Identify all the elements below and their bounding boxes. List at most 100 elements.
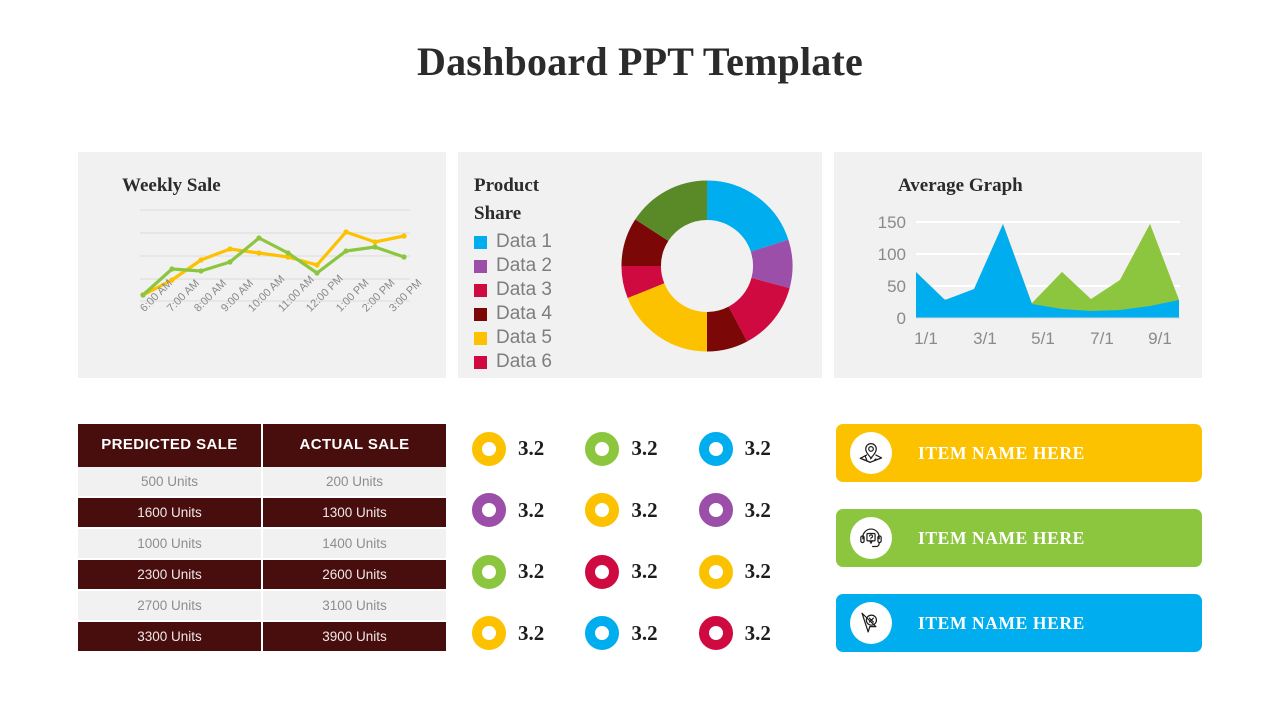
product-share-donut-chart: [621, 180, 793, 352]
product-share-title: Product Share: [474, 175, 540, 224]
metric-item: 3.2: [472, 418, 585, 480]
svg-text:50: 50: [887, 277, 906, 296]
legend-label: Data 6: [496, 351, 552, 372]
metric-item: 3.2: [585, 480, 698, 542]
item-button-3[interactable]: ITEM NAME HERE: [836, 594, 1202, 652]
legend-label: Data 2: [496, 255, 552, 276]
cell-predicted: 2700 Units: [78, 589, 263, 622]
table-row: 2700 Units 3100 Units: [78, 589, 446, 622]
support-headset-icon: [850, 517, 892, 559]
ring-icon: [585, 616, 620, 651]
metric-value: 3.2: [631, 497, 658, 522]
table-row: 1000 Units 1400 Units: [78, 527, 446, 560]
ring-icon: [698, 493, 733, 528]
metric-item: 3.2: [698, 418, 812, 480]
legend-item: Data 2: [474, 254, 552, 278]
cell-predicted: 2300 Units: [78, 558, 263, 591]
table-row: 1600 Units 1300 Units: [78, 496, 446, 529]
cursor-cancel-icon: [850, 602, 892, 644]
table-row: 500 Units 200 Units: [78, 466, 446, 498]
legend-label: Data 5: [496, 327, 552, 348]
x-tick-label: 7/1: [1090, 329, 1114, 348]
ring-icon: [472, 616, 506, 651]
average-graph-area-chart: 150 100 50 0 1/1 3/1 5/1 7/1 9/1: [878, 213, 1180, 348]
metric-item: 3.2: [698, 480, 812, 542]
legend-label: Data 4: [496, 303, 552, 324]
cell-actual: 2600 Units: [262, 558, 446, 591]
cell-predicted: 3300 Units: [78, 620, 263, 653]
legend-item: Data 1: [474, 230, 552, 254]
cell-predicted: 1600 Units: [78, 496, 263, 529]
y-axis-labels: 150 100 50 0: [878, 213, 906, 328]
legend-swatch-icon: [474, 235, 487, 249]
metric-item: 3.2: [585, 541, 698, 603]
legend-item: Data 4: [474, 302, 552, 326]
metric-item: 3.2: [472, 603, 585, 665]
metric-value: 3.2: [631, 436, 658, 461]
legend-swatch-icon: [474, 331, 487, 345]
dashboard-slide: Dashboard PPT Template Weekly Sale 6:00 …: [0, 0, 1280, 720]
cell-actual: 1300 Units: [262, 496, 446, 529]
cell-predicted: 1000 Units: [78, 527, 263, 560]
ring-icon: [585, 493, 620, 528]
weekly-sale-card: Weekly Sale 6:00 AM 7:00 AM 8:00 AM 9:00…: [78, 152, 446, 378]
x-axis-labels: 1/1 3/1 5/1 7/1 9/1: [914, 329, 1172, 348]
metric-value: 3.2: [631, 620, 658, 645]
column-header-actual: ACTUAL SALE: [262, 424, 446, 467]
metric-item: 3.2: [698, 603, 812, 665]
legend-item: Data 5: [474, 326, 552, 350]
page-title: Dashboard PPT Template: [417, 39, 863, 84]
legend-swatch-icon: [474, 259, 487, 273]
table-row: 3300 Units 3900 Units: [78, 620, 446, 653]
legend-item: Data 6: [474, 350, 552, 374]
metric-value: 3.2: [518, 620, 545, 645]
item-button-1[interactable]: ITEM NAME HERE: [836, 424, 1202, 482]
legend-label: Data 3: [496, 279, 552, 300]
metric-ring-grid: 3.2 3.2 3.2 3.2 3.2 3.2 3.2 3.2 3.2 3.2 …: [472, 418, 812, 664]
ring-icon: [472, 554, 506, 589]
item-button-label: ITEM NAME HERE: [918, 612, 1085, 633]
metric-value: 3.2: [744, 620, 771, 645]
weekly-sale-title: Weekly Sale: [122, 175, 221, 196]
metric-value: 3.2: [518, 436, 545, 461]
x-tick-label: 9/1: [1148, 329, 1172, 348]
ring-icon: [472, 493, 506, 528]
product-share-card: Product Share Data 1 Data 2 Data 3 Data …: [458, 152, 822, 378]
ring-icon: [472, 431, 506, 466]
legend-item: Data 3: [474, 278, 552, 302]
legend-swatch-icon: [474, 355, 487, 369]
metric-value: 3.2: [518, 497, 545, 522]
legend-label: Data 1: [496, 231, 552, 252]
item-button-label: ITEM NAME HERE: [918, 527, 1085, 548]
metric-item: 3.2: [698, 541, 812, 603]
weekly-sale-x-axis: 6:00 AM 7:00 AM 8:00 AM 9:00 AM 10:00 AM…: [128, 273, 428, 372]
metric-value: 3.2: [744, 559, 771, 584]
metric-value: 3.2: [744, 497, 771, 522]
svg-text:100: 100: [878, 245, 906, 264]
metric-item: 3.2: [472, 541, 585, 603]
x-tick-label: 1/1: [914, 329, 938, 348]
metric-value: 3.2: [744, 436, 771, 461]
ring-icon: [698, 554, 733, 589]
sales-comparison-table: PREDICTED SALE ACTUAL SALE 500 Units 200…: [78, 424, 446, 653]
x-tick-label: 5/1: [1031, 329, 1055, 348]
ring-icon: [585, 431, 620, 466]
table-row: 2300 Units 2600 Units: [78, 558, 446, 591]
item-button-label: ITEM NAME HERE: [918, 442, 1085, 463]
average-graph-card: Average Graph 150 100 50 0 1/1 3/1 5/1 7…: [834, 152, 1202, 378]
svg-text:150: 150: [878, 213, 906, 232]
metric-item: 3.2: [585, 603, 698, 665]
cell-predicted: 500 Units: [78, 466, 263, 498]
item-button-list: ITEM NAME HERE ITEM NAME HERE ITEM NAME …: [836, 424, 1202, 679]
x-tick-label: 3/1: [973, 329, 997, 348]
ring-icon: [698, 431, 733, 466]
item-button-2[interactable]: ITEM NAME HERE: [836, 509, 1202, 567]
product-share-legend: Data 1 Data 2 Data 3 Data 4 Data 5 Data …: [474, 230, 552, 374]
cell-actual: 200 Units: [262, 466, 446, 498]
metric-value: 3.2: [518, 559, 545, 584]
cell-actual: 1400 Units: [262, 527, 446, 560]
metric-item: 3.2: [585, 418, 698, 480]
ring-icon: [698, 616, 733, 651]
legend-swatch-icon: [474, 307, 487, 321]
ring-icon: [585, 554, 620, 589]
